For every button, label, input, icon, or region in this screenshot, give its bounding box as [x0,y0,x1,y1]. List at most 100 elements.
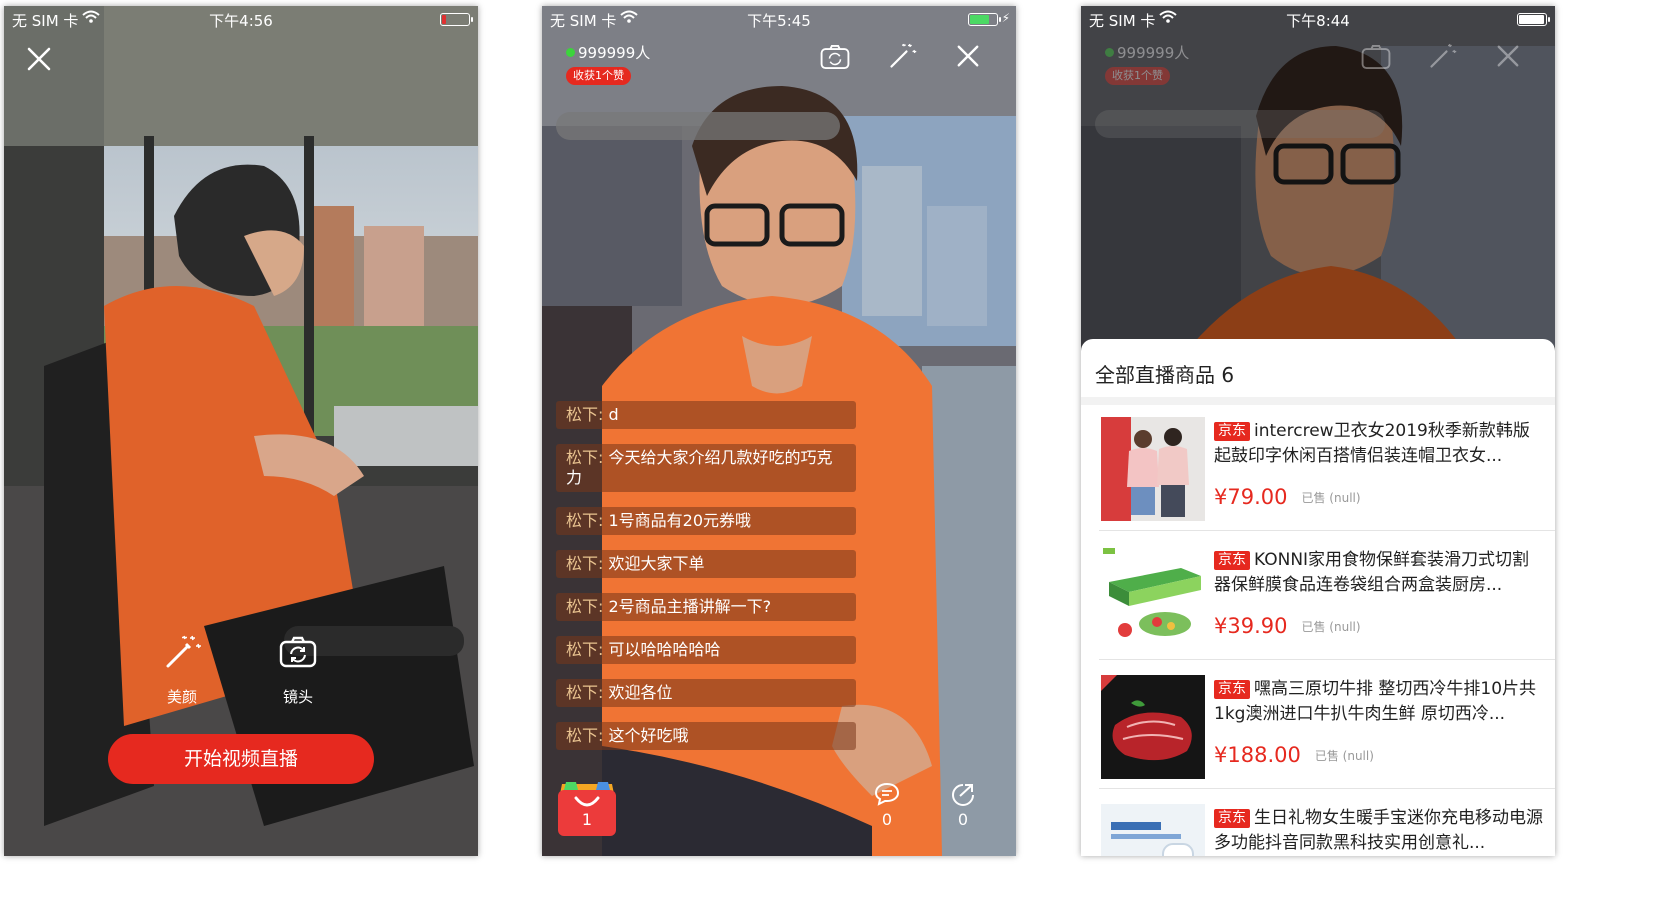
jd-tag: 京东 [1214,809,1250,828]
chat-text: 这个好吃哦 [608,726,689,745]
switch-camera-icon [820,44,850,69]
product-title-text: 嘿高三原切牛排 整切西冷牛排10片共1kg澳洲进口牛扒牛肉生鲜 原切西冷... [1214,679,1537,724]
product-item[interactable]: 京东 生日礼物女生暖手宝迷你充电移动电源多功能抖音同款黑科技实用创意礼... [1081,792,1555,856]
product-price-row: ¥188.00 已售 (null) [1214,743,1374,767]
sold-count: 已售 (null) [1301,620,1361,634]
chat-user: 松下: [566,683,604,702]
chat-message: 松下: 欢迎大家下单 [556,550,856,578]
viewer-count-text: 999999人 [578,44,651,62]
product-title: 京东 生日礼物女生暖手宝迷你充电移动电源多功能抖音同款黑科技实用创意礼... [1214,806,1544,856]
close-icon [1497,45,1519,67]
close-button[interactable] [956,44,980,72]
prelive-screen: 无 SIM 卡 下午4:56 美颜 镜头 开始视频直播 [4,6,478,856]
chat-message: 松下: d [556,401,856,429]
switch-camera-button[interactable] [1361,44,1391,74]
jd-tag: 京东 [1214,680,1250,699]
clock: 下午8:44 [1286,12,1350,30]
switch-camera-button[interactable] [820,44,850,74]
chat-message: 松下: 欢迎各位 [556,679,856,707]
clock: 下午4:56 [209,12,273,30]
product-price: ¥39.90 [1214,614,1288,638]
comment-button[interactable]: 0 [872,782,902,829]
beauty-button[interactable] [887,42,917,74]
chat-text: 今天给大家介绍几款好吃的巧克力 [566,448,833,487]
product-price: ¥188.00 [1214,743,1301,767]
start-live-button[interactable]: 开始视频直播 [108,734,374,784]
status-bar: 无 SIM 卡 下午8:44 [1081,6,1555,32]
product-title-text: intercrew卫衣女2019秋季新款韩版起鼓印字休闲百搭情侣装连帽卫衣女..… [1214,421,1530,466]
jd-tag: 京东 [1214,551,1250,570]
battery-icon [968,13,1001,26]
share-count: 0 [957,810,969,829]
product-title-text: 生日礼物女生暖手宝迷你充电移动电源多功能抖音同款黑科技实用创意礼... [1214,808,1543,853]
close-icon [27,47,51,71]
magic-wand-icon [1430,43,1457,68]
product-item[interactable]: 京东 intercrew卫衣女2019秋季新款韩版起鼓印字休闲百搭情侣装连帽卫衣女… [1081,405,1555,535]
likes-badge: 收获1个赞 [566,67,631,85]
clock: 下午5:45 [747,12,811,30]
cart-count: 1 [581,810,593,829]
notice-bar [1095,110,1385,138]
divider [1099,659,1555,660]
live-dot [1105,48,1114,57]
chat-message: 松下: 2号商品主播讲解一下? [556,593,856,621]
shopping-bag-icon [558,782,616,836]
product-item[interactable]: 京东 嘿高三原切牛排 整切西冷牛排10片共1kg澳洲进口牛扒牛肉生鲜 原切西冷..… [1081,663,1555,793]
viewer-count: 999999人 [566,42,650,63]
camera-label: 镜头 [282,688,313,706]
viewer-count-text: 999999人 [1117,44,1190,62]
chat-user: 松下: [566,597,604,616]
chat-text: 2号商品主播讲解一下? [608,597,772,616]
likes-badge: 收获1个赞 [1105,67,1170,85]
divider [1099,788,1555,789]
share-icon [952,784,974,806]
share-button[interactable]: 0 [948,782,978,829]
product-title-text: KONNI家用食物保鲜套装滑刀式切割器保鲜膜食品连卷袋组合两盒装厨房... [1214,550,1530,595]
chat-message: 松下: 1号商品有20元券哦 [556,507,856,535]
product-image-hand-warmer [1101,804,1205,856]
chat-message: 松下: 这个好吃哦 [556,722,856,750]
camera-preview-office [4,6,478,856]
product-price-row: ¥39.90 已售 (null) [1214,614,1361,638]
comment-icon [874,782,900,806]
chat-user: 松下: [566,726,604,745]
chat-user: 松下: [566,640,604,659]
battery-fill [1519,15,1544,24]
magic-wand-icon [890,43,917,68]
chat-text: d [608,405,619,424]
viewer-count: 999999人 [1105,42,1189,63]
sheet-separator [1081,397,1555,405]
close-icon [957,45,979,67]
beauty-button[interactable]: 美颜 [156,634,208,707]
status-bar: 无 SIM 卡 下午4:56 [4,6,478,32]
chat-user: 松下: [566,405,604,424]
battery-icon [1517,13,1550,26]
battery-fill [970,15,989,24]
product-title: 京东 intercrew卫衣女2019秋季新款韩版起鼓印字休闲百搭情侣装连帽卫衣女… [1214,419,1544,469]
status-bar: 无 SIM 卡 下午5:45 ⚡ [542,6,1016,32]
close-button[interactable] [1496,44,1520,72]
product-image-wrap [1101,546,1205,650]
battery-fill [442,15,446,24]
beauty-label: 美颜 [166,688,197,706]
beauty-button[interactable] [1427,42,1457,74]
sheet-title: 全部直播商品 6 [1095,363,1235,387]
product-price: ¥79.00 [1214,485,1288,509]
chat-text: 欢迎各位 [608,683,673,702]
product-sheet: 全部直播商品 6 京东 intercrew卫衣女2019秋季新款韩版起鼓印字休闲百… [1081,339,1555,856]
chat-user: 松下: [566,511,604,530]
divider [1099,530,1555,531]
product-image-hoodie [1101,417,1205,521]
product-item[interactable]: 京东 KONNI家用食物保鲜套装滑刀式切割器保鲜膜食品连卷袋组合两盒装厨房... … [1081,534,1555,664]
chat-text: 可以哈哈哈哈哈 [608,640,721,659]
chat-text: 欢迎大家下单 [608,554,705,573]
switch-camera-icon [279,636,317,668]
close-button[interactable] [26,46,52,76]
switch-camera-button[interactable]: 镜头 [272,636,324,707]
product-image-steak [1101,675,1205,779]
chat-message: 松下: 今天给大家介绍几款好吃的巧克力 [556,444,856,492]
notice-bar [556,112,840,140]
product-price-row: ¥79.00 已售 (null) [1214,485,1361,509]
shopping-bag-button[interactable]: 1 [556,780,618,838]
product-title: 京东 嘿高三原切牛排 整切西冷牛排10片共1kg澳洲进口牛扒牛肉生鲜 原切西冷..… [1214,677,1544,727]
